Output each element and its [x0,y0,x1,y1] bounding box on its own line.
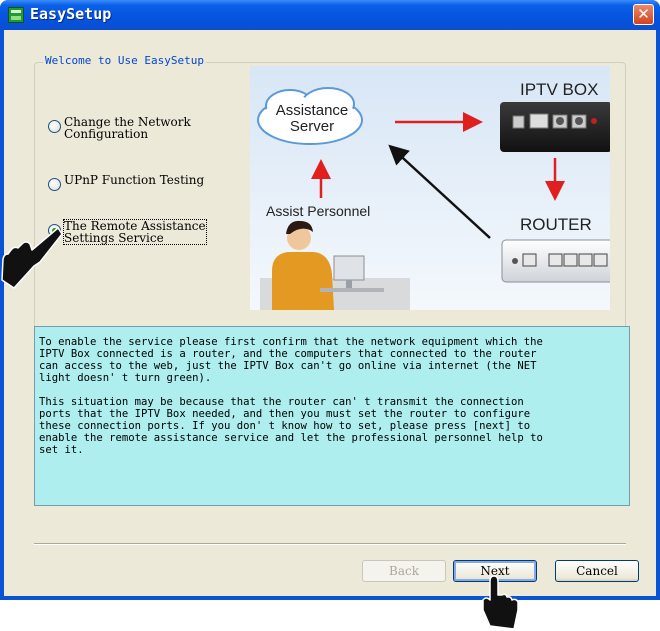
iptv-box-icon [500,102,610,152]
title-bar[interactable]: EasySetup ✕ [0,0,660,30]
option-remote-assistance-label: The Remote Assistance Settings Service [63,219,207,245]
button-separator [34,543,626,545]
router-icon [501,239,610,283]
app-icon [8,7,24,23]
assist-personnel-label: Assist Personnel [266,203,370,219]
dialog-body: Welcome to Use EasySetup Change the Netw… [4,30,656,596]
server-line-2: Server [290,118,334,135]
network-diagram: Assistance Server IPTV BOX Assist Person… [250,66,610,310]
network-illustration: Assistance Server IPTV BOX Assist Person… [250,66,610,310]
back-button[interactable]: Back [362,560,446,582]
radio-upnp-testing[interactable] [48,178,61,191]
cancel-button[interactable]: Cancel [555,560,639,582]
hand-pointer-icon-next [482,575,519,630]
router-label: ROUTER [520,215,592,234]
iptv-box-label: IPTV BOX [520,80,598,99]
option-upnp-testing-label: UPnP Function Testing [64,173,205,187]
option-change-network-label: Change the Network Configuration [64,115,191,141]
server-line-1: Assistance [276,102,349,119]
easysetup-window: EasySetup ✕ Welcome to Use EasySetup Cha… [0,0,660,600]
option-upnp-testing[interactable]: UPnP Function Testing [48,174,204,191]
close-button[interactable]: ✕ [633,4,654,25]
close-icon: ✕ [637,5,650,23]
option-change-network[interactable]: Change the Network Configuration [48,116,191,140]
option-remote-assistance[interactable]: The Remote Assistance Settings Service [48,219,207,245]
hand-pointer-icon [1,227,63,289]
groupbox-legend: Welcome to Use EasySetup [43,54,206,67]
window-title: EasySetup [30,5,112,23]
radio-change-network[interactable] [48,120,61,133]
info-textbox[interactable]: To enable the service please first confi… [34,326,630,506]
